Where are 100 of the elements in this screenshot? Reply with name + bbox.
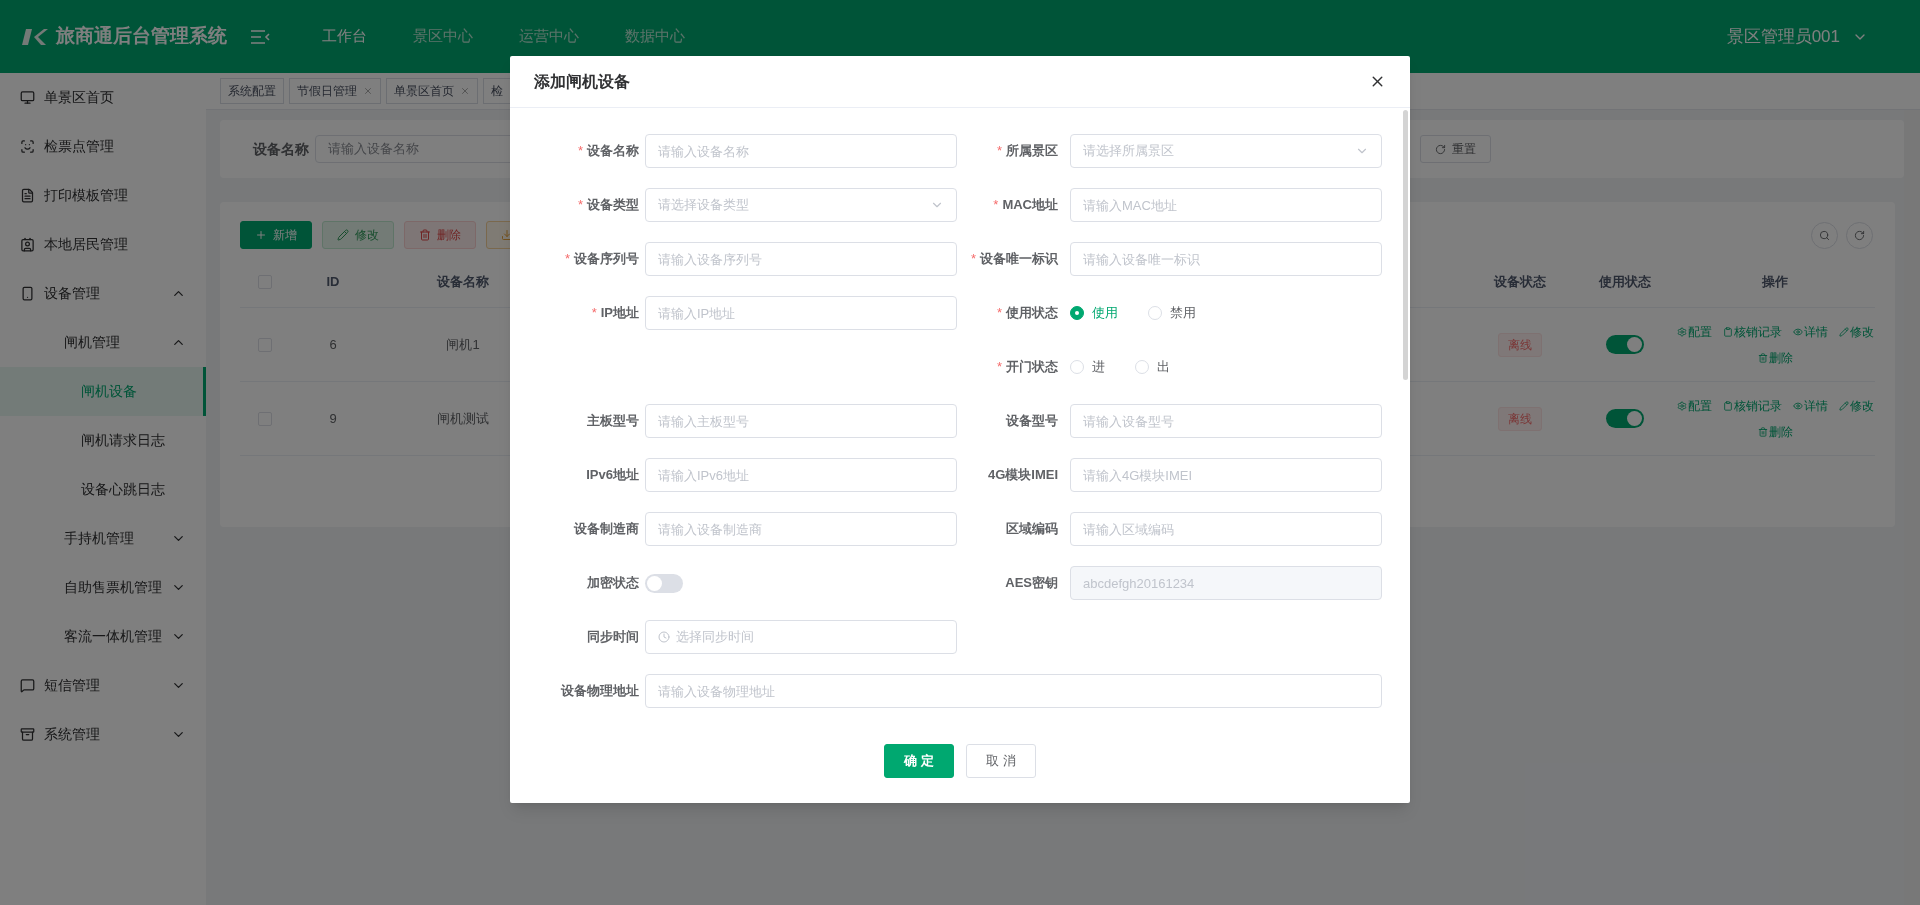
- message-icon: [20, 678, 35, 693]
- monitor-icon: [20, 90, 35, 105]
- status-tag: 离线: [1498, 332, 1542, 357]
- cancel-button[interactable]: 取消: [966, 744, 1036, 778]
- input-field[interactable]: 请输入设备制造商: [645, 512, 957, 546]
- sidebar-item[interactable]: 设备管理: [0, 269, 206, 318]
- sidebar-item[interactable]: 设备心跳日志: [0, 465, 206, 514]
- confirm-button[interactable]: 确定: [884, 744, 954, 778]
- table-cell: 9: [329, 410, 337, 426]
- toggle-switch[interactable]: [1606, 409, 1644, 428]
- add-button[interactable]: 新增: [240, 221, 312, 249]
- sidebar-item[interactable]: 单景区首页: [0, 73, 206, 122]
- sidebar-item[interactable]: 闸机管理: [0, 318, 206, 367]
- radio-option[interactable]: 出: [1135, 357, 1170, 377]
- sidebar-item[interactable]: 手持机管理: [0, 514, 206, 563]
- required-mark: *: [591, 304, 597, 323]
- input-field[interactable]: 请输入设备名称: [645, 134, 957, 168]
- field-label: 所属景区: [1006, 142, 1058, 161]
- field-label: 设备型号: [1006, 412, 1058, 431]
- logo-icon: [22, 26, 48, 47]
- field-label: 同步时间: [587, 628, 639, 647]
- user-name[interactable]: 景区管理员001: [1726, 23, 1840, 50]
- column-header: 设备名称: [437, 273, 489, 289]
- contact-card-icon: [20, 237, 35, 252]
- select-field[interactable]: 请选择设备类型: [645, 188, 957, 222]
- sidebar-item[interactable]: 检票点管理: [0, 122, 206, 171]
- document-icon: [20, 188, 35, 203]
- action-link[interactable]: 配置: [1676, 396, 1712, 415]
- radio-option[interactable]: 进: [1070, 357, 1105, 377]
- toggle-switch[interactable]: [1606, 335, 1644, 354]
- required-mark: *: [970, 250, 976, 269]
- action-link[interactable]: 详情: [1792, 396, 1828, 415]
- search-icon: [1819, 229, 1830, 241]
- edit-button[interactable]: 修改: [322, 221, 394, 249]
- field-label: 设备类型: [587, 196, 639, 215]
- column-header: ID: [326, 273, 340, 289]
- nav-tab[interactable]: 数据中心: [625, 25, 685, 48]
- action-link[interactable]: 删除: [1757, 422, 1793, 441]
- radio-option[interactable]: 使用: [1070, 303, 1118, 323]
- app-title: 旅商通后台管理系统: [56, 24, 227, 49]
- radio-option[interactable]: 禁用: [1148, 303, 1196, 323]
- page-tab[interactable]: 节假日管理: [289, 78, 381, 104]
- input-field[interactable]: 请输入4G模块IMEI: [1070, 458, 1382, 492]
- column-header: 设备状态: [1494, 273, 1546, 289]
- input-field[interactable]: 请输入MAC地址: [1070, 188, 1382, 222]
- action-link[interactable]: 详情: [1792, 322, 1828, 341]
- field-label: 开门状态: [1006, 358, 1058, 377]
- input-field[interactable]: 请输入区域编码: [1070, 512, 1382, 546]
- status-tag: 离线: [1498, 406, 1542, 431]
- field-label: 设备唯一标识: [980, 250, 1058, 269]
- sidebar-item[interactable]: 系统管理: [0, 710, 206, 759]
- input-field[interactable]: 请输入主板型号: [645, 404, 957, 438]
- nav-tab[interactable]: 景区中心: [413, 25, 473, 48]
- sidebar-item[interactable]: 闸机设备: [0, 367, 206, 416]
- required-mark: *: [996, 304, 1002, 323]
- trash-icon: [1757, 352, 1768, 363]
- required-mark: *: [564, 250, 570, 269]
- sidebar-item[interactable]: 闸机请求日志: [0, 416, 206, 465]
- input-field[interactable]: 请输入IP地址: [645, 296, 957, 330]
- action-link[interactable]: 删除: [1757, 348, 1793, 367]
- field-label: 设备物理地址: [561, 682, 639, 701]
- delete-button[interactable]: 删除: [404, 221, 476, 249]
- table-cell: 6: [329, 336, 337, 352]
- sidebar-item[interactable]: 打印模板管理: [0, 171, 206, 220]
- field-label: MAC地址: [1002, 196, 1058, 215]
- action-link[interactable]: 核销记录: [1722, 322, 1782, 341]
- field-label: 区域编码: [1006, 520, 1058, 539]
- required-mark: *: [577, 142, 583, 161]
- page-tab[interactable]: 系统配置: [220, 78, 284, 104]
- action-link[interactable]: 核销记录: [1722, 396, 1782, 415]
- pencil-icon: [1838, 400, 1849, 411]
- field-label: 主板型号: [587, 412, 639, 431]
- menu-fold-icon: [250, 28, 270, 45]
- reset-button[interactable]: 重置: [1420, 135, 1491, 163]
- field-label: 设备名称: [587, 142, 639, 161]
- action-link[interactable]: 修改: [1838, 396, 1874, 415]
- sidebar-item[interactable]: 客流一体机管理: [0, 612, 206, 661]
- action-link[interactable]: 配置: [1676, 322, 1712, 341]
- sidebar-item[interactable]: 本地居民管理: [0, 220, 206, 269]
- field-label: AES密钥: [1005, 574, 1058, 593]
- input-field[interactable]: 请输入设备物理地址: [645, 674, 1382, 708]
- field-label: 4G模块IMEI: [987, 466, 1058, 485]
- gear-icon: [1676, 400, 1687, 411]
- search-label: 设备名称: [253, 139, 309, 159]
- nav-tab[interactable]: 运营中心: [519, 25, 579, 48]
- nav-tab[interactable]: 工作台: [322, 25, 367, 48]
- input-field[interactable]: 请输入设备序列号: [645, 242, 957, 276]
- sidebar-item[interactable]: 自助售票机管理: [0, 563, 206, 612]
- page-tab[interactable]: 单景区首页: [386, 78, 478, 104]
- input-field[interactable]: 请输入IPv6地址: [645, 458, 957, 492]
- toggle-switch[interactable]: [645, 573, 683, 593]
- phone-icon: [20, 286, 35, 301]
- required-mark: *: [577, 196, 583, 215]
- clipboard-icon: [1722, 400, 1733, 411]
- scan-icon: [20, 139, 35, 154]
- time-picker-field[interactable]: 选择同步时间: [645, 620, 957, 654]
- input-field[interactable]: 请输入设备型号: [1070, 404, 1382, 438]
- sidebar-item[interactable]: 短信管理: [0, 661, 206, 710]
- action-link[interactable]: 修改: [1838, 322, 1874, 341]
- gear-icon: [1676, 326, 1687, 337]
